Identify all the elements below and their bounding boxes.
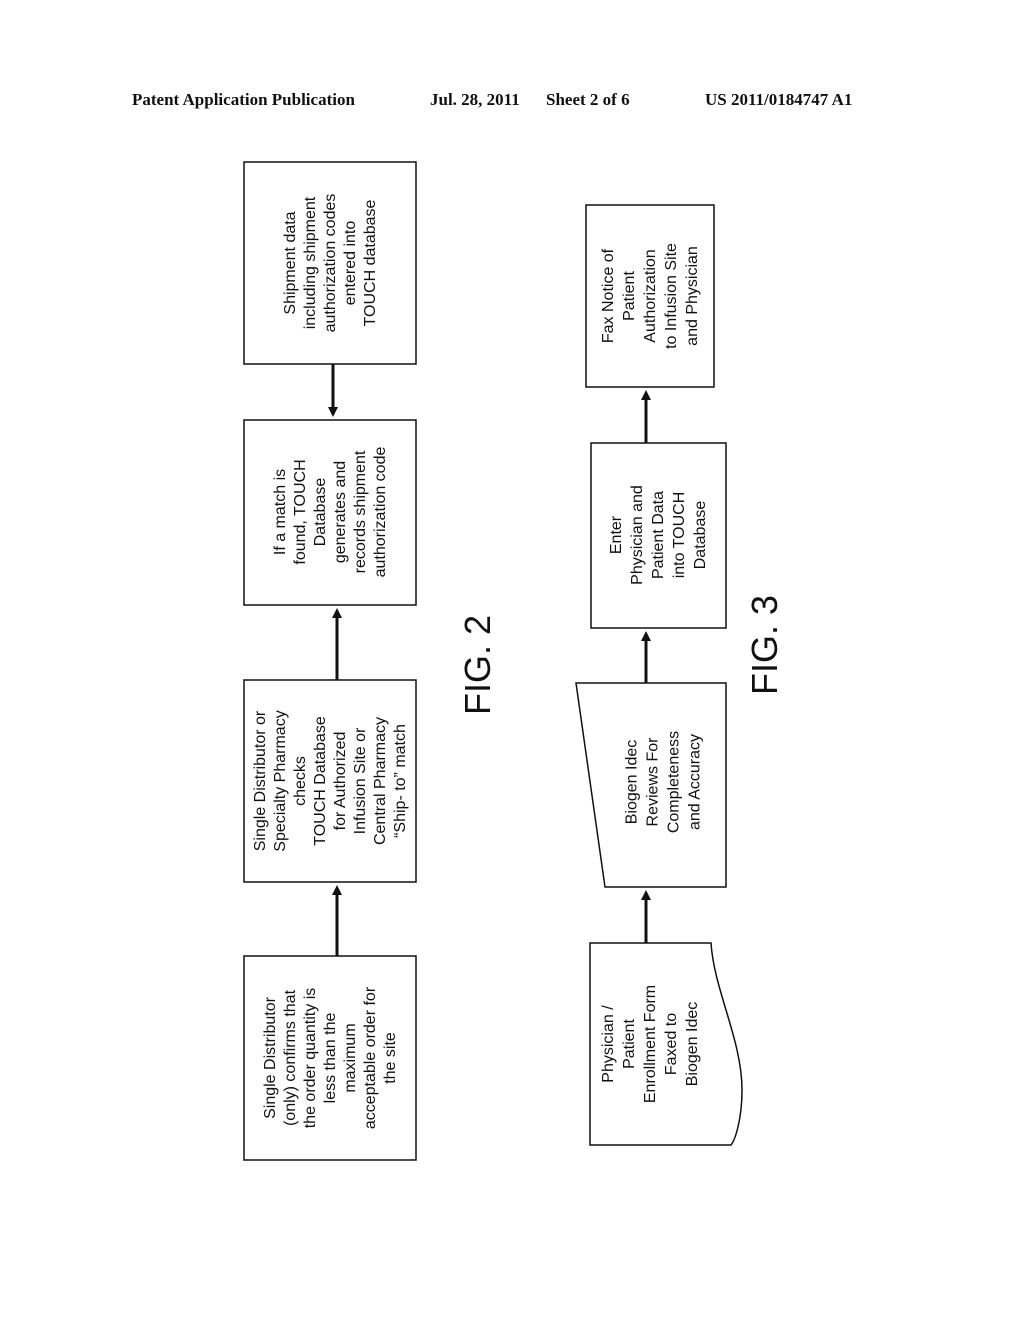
- text-line: Shipment data: [282, 211, 299, 314]
- fig2-flowchart: Single Distributor (only) confirms that th…: [243, 161, 498, 1161]
- text-line: Infusion Site or: [352, 727, 369, 834]
- fig3-box-4-text: Fax Notice of Patient Authorization to Infu…: [600, 243, 701, 349]
- text-line: Fax Notice of: [600, 248, 617, 343]
- fig2-box-2: [243, 679, 417, 883]
- text-line: to Infusion Site: [663, 243, 680, 349]
- text-line: Biogen Idec: [684, 1002, 701, 1087]
- text-line: Physician /: [600, 1005, 617, 1083]
- text-line: Completeness: [666, 731, 683, 833]
- text-line: TOUCH database: [362, 199, 379, 326]
- text-line: Biogen Idec: [624, 740, 641, 825]
- text-line: TOUCH Database: [312, 716, 329, 846]
- text-line: authorization codes: [322, 194, 339, 333]
- text-line: acceptable order for: [362, 986, 379, 1129]
- text-line: entered into: [342, 221, 359, 306]
- text-line: Central Pharmacy: [372, 717, 389, 845]
- text-line: Single Distributor: [262, 996, 279, 1119]
- text-line: “Ship- to” match: [392, 724, 409, 838]
- text-line: and Accuracy: [687, 734, 704, 830]
- text-line: Enter: [608, 515, 625, 554]
- text-line: records shipment: [352, 450, 369, 573]
- fig3-flowchart: Physician / Patient Enrollment Form Faxed t…: [575, 204, 785, 1146]
- fig3-label: FIG. 3: [744, 595, 785, 695]
- text-line: If a match is: [272, 469, 289, 555]
- text-line: for Authorized: [332, 732, 349, 831]
- text-line: Single Distributor or: [252, 710, 269, 851]
- text-line: Database: [692, 501, 709, 570]
- text-line: maximum: [342, 1023, 359, 1092]
- text-line: authorization code: [372, 447, 389, 578]
- text-line: checks: [292, 756, 309, 806]
- fig2-label: FIG. 2: [457, 615, 498, 715]
- text-line: Enrollment Form: [642, 985, 659, 1103]
- text-line: including shipment: [302, 196, 319, 329]
- text-line: Faxed to: [663, 1013, 680, 1075]
- text-line: less than the: [322, 1013, 339, 1104]
- text-line: Patient: [621, 1019, 638, 1069]
- text-line: Patient Data: [650, 491, 667, 579]
- text-line: Physician and: [629, 485, 646, 585]
- text-line: generates and: [332, 461, 349, 563]
- text-line: (only) confirms that: [282, 989, 299, 1126]
- text-line: Reviews For: [645, 737, 662, 827]
- text-line: found, TOUCH: [292, 459, 309, 564]
- text-line: Database: [312, 478, 329, 547]
- text-line: and Physician: [684, 246, 701, 346]
- flowchart-figures: Single Distributor (only) confirms that th…: [243, 161, 785, 1161]
- text-line: Authorization: [642, 249, 659, 342]
- fig2-box-4-text: Shipment data including shipment authoriza…: [282, 194, 379, 333]
- text-line: Specialty Pharmacy: [272, 710, 289, 851]
- text-line: into TOUCH: [671, 492, 688, 579]
- text-line: Patient: [621, 271, 638, 321]
- fig2-box-3: [243, 419, 417, 606]
- text-line: the site: [382, 1032, 399, 1084]
- text-line: the order quantity is: [302, 988, 319, 1129]
